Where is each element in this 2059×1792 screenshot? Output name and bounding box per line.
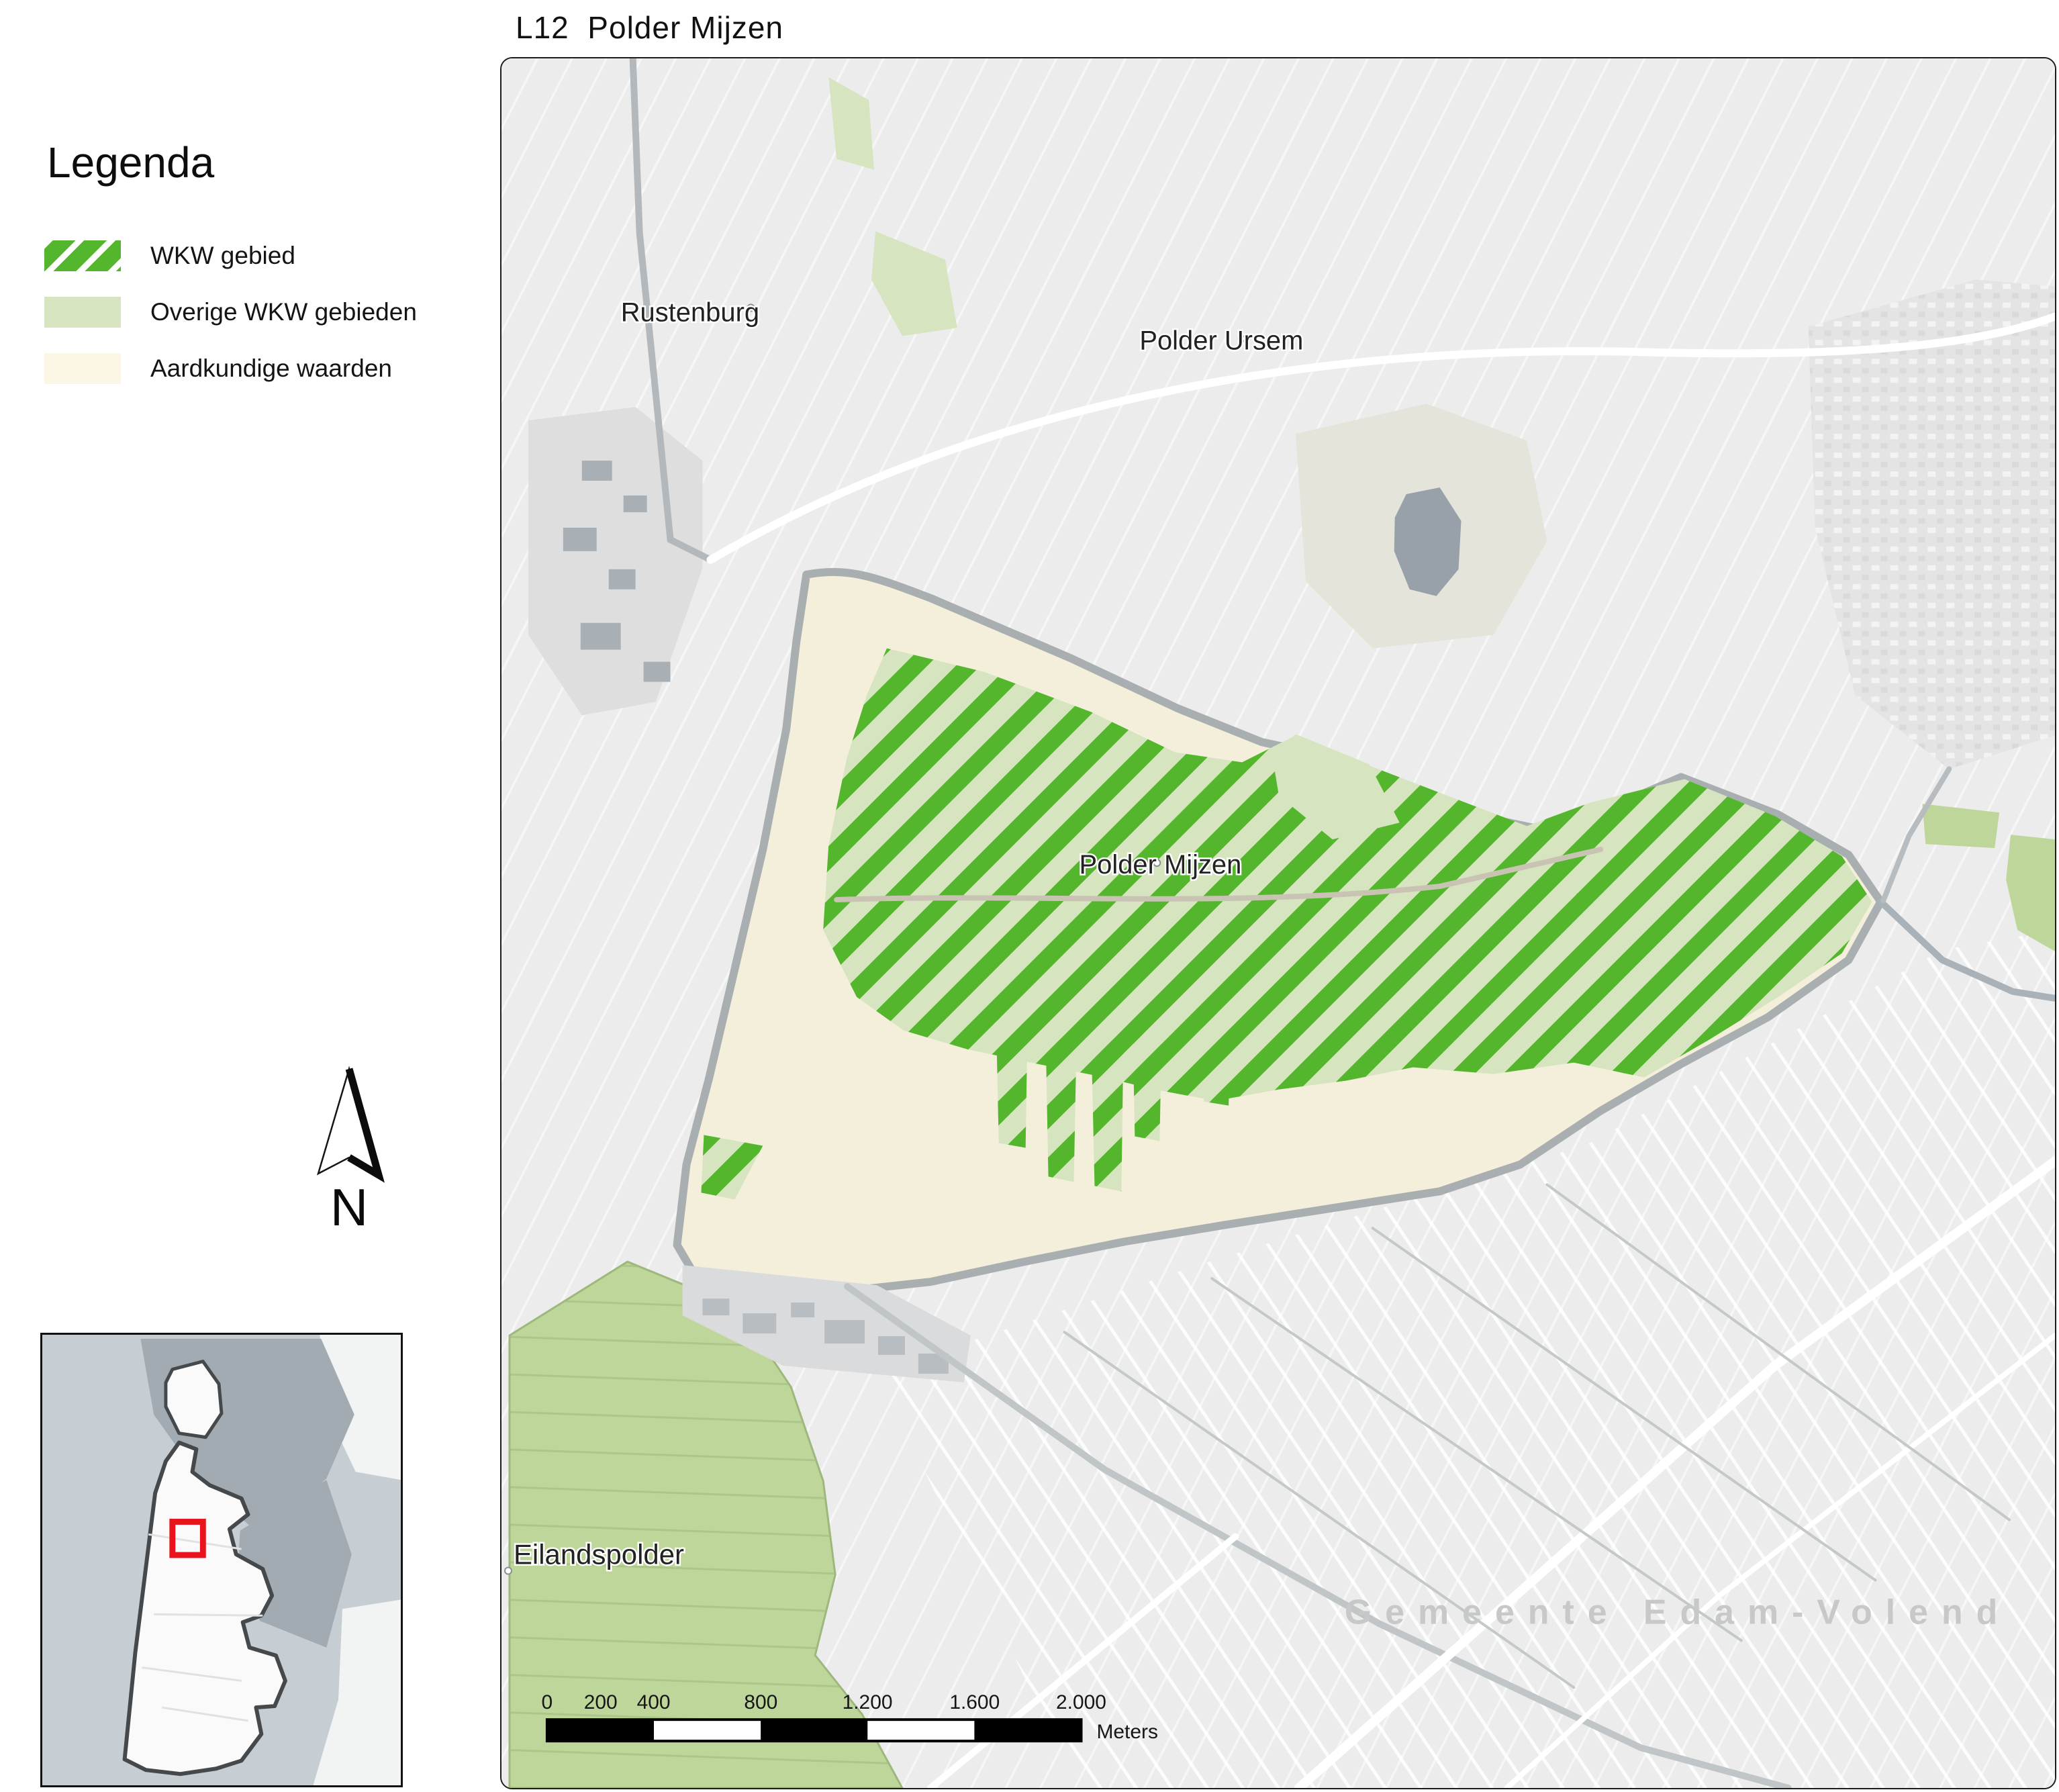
- map-canvas: Rustenburg Polder Ursem Polder Mijzen Ei…: [501, 58, 2055, 1788]
- inset-overview-map: [40, 1333, 403, 1787]
- north-arrow: N: [307, 1059, 391, 1231]
- legend: Legenda WKW gebied Overige WKW gebieden …: [44, 138, 474, 409]
- legend-item-wkw-gebied: WKW gebied: [44, 240, 474, 272]
- scalebar-tick: 200: [584, 1691, 618, 1713]
- map-label-polder-mijzen: Polder Mijzen: [1080, 850, 1242, 880]
- scalebar-tick: 2.000: [1056, 1691, 1106, 1713]
- scalebar-tick: 0: [542, 1691, 553, 1713]
- scalebar-tick: 400: [637, 1691, 671, 1713]
- wkw-hatch-swatch-icon: [44, 240, 121, 271]
- scalebar-unit: Meters: [1096, 1721, 1157, 1743]
- north-arrow-icon: N: [307, 1059, 391, 1231]
- legend-item-label: WKW gebied: [150, 242, 295, 270]
- map-label-rustenburg: Rustenburg: [621, 297, 759, 327]
- map-label-polder-ursem: Polder Ursem: [1139, 326, 1303, 355]
- legend-item-aardkundige-waarden: Aardkundige waarden: [44, 352, 474, 385]
- page-title: L12 Polder Mijzen: [516, 9, 783, 46]
- scalebar-segment: [974, 1719, 1081, 1741]
- place-marker-icon: [505, 1568, 512, 1574]
- map-label-eilandspolder: Eilandspolder: [514, 1539, 684, 1570]
- north-label: N: [330, 1178, 368, 1231]
- legend-item-overige-wkw: Overige WKW gebieden: [44, 296, 474, 328]
- scalebar-segment: [547, 1719, 654, 1741]
- scalebar-tick: 800: [744, 1691, 777, 1713]
- municipality-watermark: Gemeente Edam-Volend: [1345, 1593, 2011, 1632]
- map-document-page: L12 Polder Mijzen Legenda WKW gebied Ove…: [0, 0, 2059, 1792]
- overige-wkw-swatch-icon: [44, 297, 121, 328]
- scalebar-segment: [761, 1719, 867, 1741]
- main-map: Rustenburg Polder Ursem Polder Mijzen Ei…: [500, 57, 2056, 1789]
- legend-item-label: Aardkundige waarden: [150, 355, 392, 383]
- legend-item-label: Overige WKW gebieden: [150, 298, 417, 326]
- aardkundige-swatch-icon: [44, 353, 121, 384]
- inset-map-canvas: [42, 1335, 401, 1785]
- legend-heading: Legenda: [47, 138, 474, 187]
- scalebar-tick: 1.600: [949, 1691, 1000, 1713]
- scalebar-tick: 1.200: [843, 1691, 893, 1713]
